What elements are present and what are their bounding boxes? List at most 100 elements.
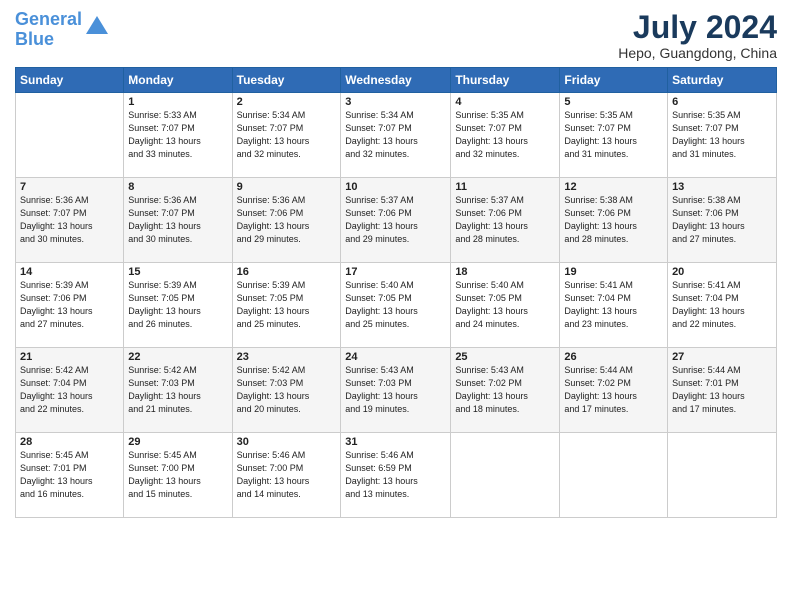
day-info: Sunrise: 5:34 AM Sunset: 7:07 PM Dayligh…: [237, 109, 337, 161]
day-number: 13: [672, 181, 772, 193]
day-number: 2: [237, 96, 337, 108]
day-number: 12: [564, 181, 663, 193]
calendar-cell: 1Sunrise: 5:33 AM Sunset: 7:07 PM Daylig…: [124, 93, 232, 178]
calendar-cell: 20Sunrise: 5:41 AM Sunset: 7:04 PM Dayli…: [668, 263, 777, 348]
calendar-cell: 10Sunrise: 5:37 AM Sunset: 7:06 PM Dayli…: [341, 178, 451, 263]
day-number: 1: [128, 96, 227, 108]
day-info: Sunrise: 5:39 AM Sunset: 7:05 PM Dayligh…: [128, 279, 227, 331]
day-info: Sunrise: 5:35 AM Sunset: 7:07 PM Dayligh…: [672, 109, 772, 161]
day-number: 15: [128, 266, 227, 278]
calendar-cell: 31Sunrise: 5:46 AM Sunset: 6:59 PM Dayli…: [341, 433, 451, 518]
day-info: Sunrise: 5:43 AM Sunset: 7:03 PM Dayligh…: [345, 364, 446, 416]
calendar-cell: [451, 433, 560, 518]
day-number: 25: [455, 351, 555, 363]
day-info: Sunrise: 5:43 AM Sunset: 7:02 PM Dayligh…: [455, 364, 555, 416]
day-info: Sunrise: 5:40 AM Sunset: 7:05 PM Dayligh…: [455, 279, 555, 331]
day-info: Sunrise: 5:40 AM Sunset: 7:05 PM Dayligh…: [345, 279, 446, 331]
day-number: 19: [564, 266, 663, 278]
day-info: Sunrise: 5:44 AM Sunset: 7:01 PM Dayligh…: [672, 364, 772, 416]
day-info: Sunrise: 5:36 AM Sunset: 7:06 PM Dayligh…: [237, 194, 337, 246]
col-wednesday: Wednesday: [341, 68, 451, 93]
day-info: Sunrise: 5:35 AM Sunset: 7:07 PM Dayligh…: [455, 109, 555, 161]
day-number: 16: [237, 266, 337, 278]
col-monday: Monday: [124, 68, 232, 93]
day-info: Sunrise: 5:45 AM Sunset: 7:00 PM Dayligh…: [128, 449, 227, 501]
day-number: 18: [455, 266, 555, 278]
logo-text: GeneralBlue: [15, 10, 82, 50]
day-number: 31: [345, 436, 446, 448]
day-info: Sunrise: 5:37 AM Sunset: 7:06 PM Dayligh…: [455, 194, 555, 246]
calendar-table: Sunday Monday Tuesday Wednesday Thursday…: [15, 67, 777, 518]
calendar-cell: 2Sunrise: 5:34 AM Sunset: 7:07 PM Daylig…: [232, 93, 341, 178]
day-number: 6: [672, 96, 772, 108]
day-number: 4: [455, 96, 555, 108]
calendar-cell: 26Sunrise: 5:44 AM Sunset: 7:02 PM Dayli…: [560, 348, 668, 433]
day-number: 11: [455, 181, 555, 193]
calendar-cell: 27Sunrise: 5:44 AM Sunset: 7:01 PM Dayli…: [668, 348, 777, 433]
calendar-cell: 13Sunrise: 5:38 AM Sunset: 7:06 PM Dayli…: [668, 178, 777, 263]
month-year: July 2024: [618, 10, 777, 45]
calendar-week-1: 1Sunrise: 5:33 AM Sunset: 7:07 PM Daylig…: [16, 93, 777, 178]
day-number: 5: [564, 96, 663, 108]
day-number: 7: [20, 181, 119, 193]
calendar-cell: 19Sunrise: 5:41 AM Sunset: 7:04 PM Dayli…: [560, 263, 668, 348]
day-number: 8: [128, 181, 227, 193]
day-info: Sunrise: 5:39 AM Sunset: 7:05 PM Dayligh…: [237, 279, 337, 331]
day-info: Sunrise: 5:35 AM Sunset: 7:07 PM Dayligh…: [564, 109, 663, 161]
calendar-cell: 9Sunrise: 5:36 AM Sunset: 7:06 PM Daylig…: [232, 178, 341, 263]
calendar-cell: 22Sunrise: 5:42 AM Sunset: 7:03 PM Dayli…: [124, 348, 232, 433]
day-number: 22: [128, 351, 227, 363]
day-info: Sunrise: 5:46 AM Sunset: 6:59 PM Dayligh…: [345, 449, 446, 501]
day-info: Sunrise: 5:39 AM Sunset: 7:06 PM Dayligh…: [20, 279, 119, 331]
calendar-cell: 5Sunrise: 5:35 AM Sunset: 7:07 PM Daylig…: [560, 93, 668, 178]
calendar-cell: [668, 433, 777, 518]
day-info: Sunrise: 5:42 AM Sunset: 7:03 PM Dayligh…: [128, 364, 227, 416]
day-number: 26: [564, 351, 663, 363]
calendar-cell: 28Sunrise: 5:45 AM Sunset: 7:01 PM Dayli…: [16, 433, 124, 518]
calendar-cell: 17Sunrise: 5:40 AM Sunset: 7:05 PM Dayli…: [341, 263, 451, 348]
day-info: Sunrise: 5:36 AM Sunset: 7:07 PM Dayligh…: [20, 194, 119, 246]
day-info: Sunrise: 5:42 AM Sunset: 7:03 PM Dayligh…: [237, 364, 337, 416]
day-number: 28: [20, 436, 119, 448]
day-info: Sunrise: 5:38 AM Sunset: 7:06 PM Dayligh…: [672, 194, 772, 246]
col-thursday: Thursday: [451, 68, 560, 93]
day-info: Sunrise: 5:33 AM Sunset: 7:07 PM Dayligh…: [128, 109, 227, 161]
day-number: 24: [345, 351, 446, 363]
day-info: Sunrise: 5:41 AM Sunset: 7:04 PM Dayligh…: [672, 279, 772, 331]
calendar-week-2: 7Sunrise: 5:36 AM Sunset: 7:07 PM Daylig…: [16, 178, 777, 263]
day-number: 23: [237, 351, 337, 363]
calendar-cell: 15Sunrise: 5:39 AM Sunset: 7:05 PM Dayli…: [124, 263, 232, 348]
calendar-cell: 4Sunrise: 5:35 AM Sunset: 7:07 PM Daylig…: [451, 93, 560, 178]
calendar-cell: 8Sunrise: 5:36 AM Sunset: 7:07 PM Daylig…: [124, 178, 232, 263]
calendar-week-3: 14Sunrise: 5:39 AM Sunset: 7:06 PM Dayli…: [16, 263, 777, 348]
calendar-week-5: 28Sunrise: 5:45 AM Sunset: 7:01 PM Dayli…: [16, 433, 777, 518]
calendar-cell: 11Sunrise: 5:37 AM Sunset: 7:06 PM Dayli…: [451, 178, 560, 263]
day-number: 21: [20, 351, 119, 363]
logo-icon: [86, 16, 108, 34]
day-info: Sunrise: 5:45 AM Sunset: 7:01 PM Dayligh…: [20, 449, 119, 501]
location: Hepo, Guangdong, China: [618, 45, 777, 61]
logo: GeneralBlue: [15, 10, 108, 50]
calendar-cell: 12Sunrise: 5:38 AM Sunset: 7:06 PM Dayli…: [560, 178, 668, 263]
day-number: 10: [345, 181, 446, 193]
col-saturday: Saturday: [668, 68, 777, 93]
calendar-cell: [16, 93, 124, 178]
col-tuesday: Tuesday: [232, 68, 341, 93]
day-number: 9: [237, 181, 337, 193]
day-number: 3: [345, 96, 446, 108]
calendar-cell: 18Sunrise: 5:40 AM Sunset: 7:05 PM Dayli…: [451, 263, 560, 348]
calendar-cell: 24Sunrise: 5:43 AM Sunset: 7:03 PM Dayli…: [341, 348, 451, 433]
day-number: 30: [237, 436, 337, 448]
day-number: 20: [672, 266, 772, 278]
calendar-cell: 21Sunrise: 5:42 AM Sunset: 7:04 PM Dayli…: [16, 348, 124, 433]
day-number: 29: [128, 436, 227, 448]
day-info: Sunrise: 5:34 AM Sunset: 7:07 PM Dayligh…: [345, 109, 446, 161]
day-info: Sunrise: 5:42 AM Sunset: 7:04 PM Dayligh…: [20, 364, 119, 416]
calendar-cell: 30Sunrise: 5:46 AM Sunset: 7:00 PM Dayli…: [232, 433, 341, 518]
calendar-cell: 25Sunrise: 5:43 AM Sunset: 7:02 PM Dayli…: [451, 348, 560, 433]
col-friday: Friday: [560, 68, 668, 93]
calendar-week-4: 21Sunrise: 5:42 AM Sunset: 7:04 PM Dayli…: [16, 348, 777, 433]
calendar-cell: 6Sunrise: 5:35 AM Sunset: 7:07 PM Daylig…: [668, 93, 777, 178]
calendar-cell: 16Sunrise: 5:39 AM Sunset: 7:05 PM Dayli…: [232, 263, 341, 348]
calendar-header-row: Sunday Monday Tuesday Wednesday Thursday…: [16, 68, 777, 93]
